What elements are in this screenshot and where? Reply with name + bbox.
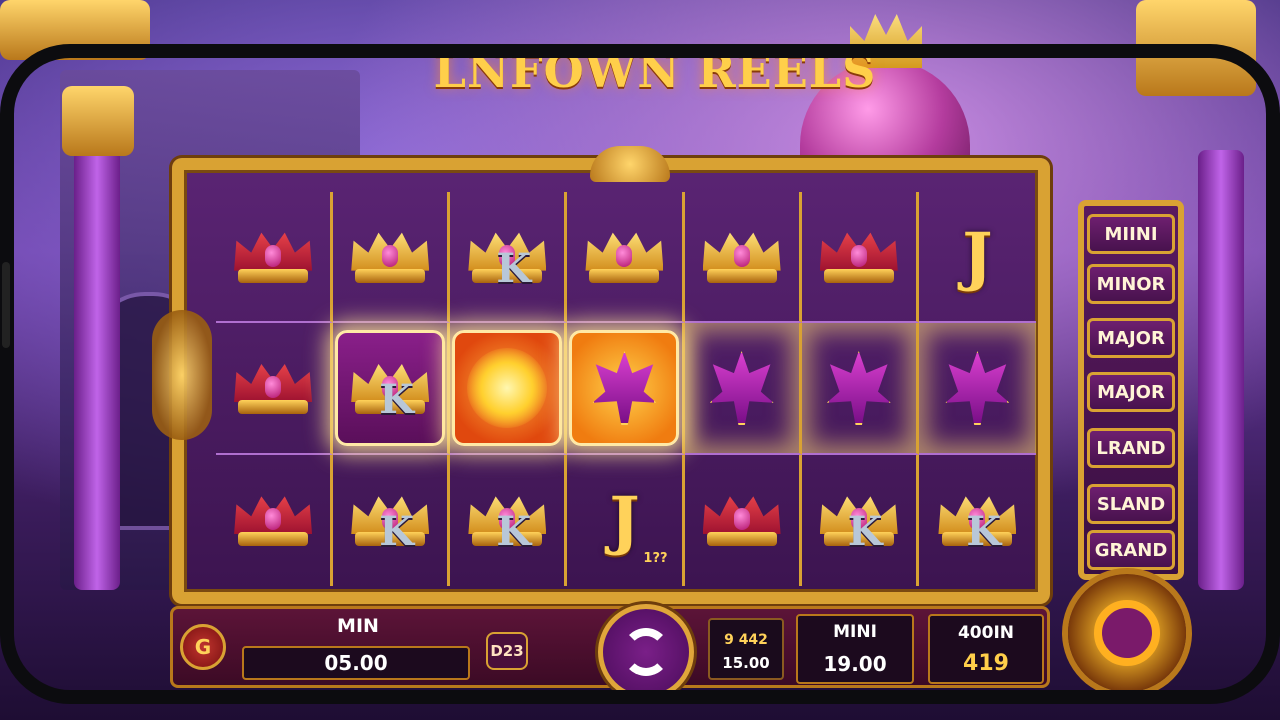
reel-cell [216, 454, 334, 586]
reel-cell [567, 323, 685, 455]
reel-cell [918, 323, 1036, 455]
j-symbol: J [962, 219, 992, 294]
win-box: 400IN 419 [928, 614, 1044, 684]
reel-cell: K [450, 454, 568, 586]
reel-cell: K [450, 192, 568, 324]
winning-tile: K [335, 329, 446, 446]
k-crown-symbol-icon: K [468, 231, 547, 292]
crown-symbol-icon [234, 362, 313, 414]
bet-level-badge[interactable]: D23 [486, 632, 528, 670]
winning-tile [452, 329, 563, 446]
k-letter: K [496, 244, 532, 292]
game-title: LNFOWN REELS [433, 44, 877, 98]
reel-cell [801, 192, 919, 324]
jackpot-tier-2[interactable]: MAJOR [1087, 318, 1175, 358]
frame-top-ornament [590, 146, 670, 182]
knob-ring [1094, 600, 1160, 666]
crown-symbol-icon [702, 231, 781, 283]
k-crown-symbol-icon: K [819, 494, 898, 555]
jackpot-tier-6[interactable]: GRAND [1087, 530, 1175, 570]
reel-cell [216, 192, 334, 324]
menu-button[interactable]: G [180, 624, 226, 670]
crown-symbol-icon [702, 494, 781, 547]
crown-symbol-icon [819, 231, 898, 283]
k-letter: K [379, 508, 414, 556]
reel-cell: K [919, 455, 1036, 586]
k-letter: K [379, 375, 414, 423]
crown-symbol-icon [585, 231, 664, 283]
win-value: 419 [963, 650, 1009, 676]
spin-button[interactable] [598, 604, 694, 700]
jackpot-tier-0[interactable]: MIINI [1087, 214, 1175, 254]
min-label: MIN [337, 615, 379, 637]
crown-symbol-icon [234, 494, 313, 547]
win-label: 400IN [957, 622, 1015, 643]
reel-cell: K [333, 454, 451, 586]
k-letter: K [847, 508, 883, 556]
reel-cell [684, 323, 802, 455]
right-pillar [1198, 150, 1244, 590]
balance-amount: 9 442 [724, 632, 768, 648]
k-crown-symbol-icon: K [938, 494, 1017, 555]
reel-cell [333, 192, 451, 324]
fleur-de-lis-symbol-icon [709, 350, 774, 425]
crown-symbol-icon [234, 231, 313, 283]
mini-label: MINI [833, 622, 877, 642]
auto-spin-knob[interactable] [1068, 574, 1186, 692]
mini-value: 19.00 [823, 652, 887, 676]
reel-cell [685, 454, 802, 586]
spin-icon [622, 628, 670, 676]
reel-cell [450, 323, 568, 455]
jackpot-tier-5[interactable]: SLAND [1087, 484, 1175, 524]
j-letter: J [609, 482, 640, 558]
phone-side-button [2, 262, 10, 348]
jackpot-tier-3[interactable]: MAJOR [1087, 372, 1175, 412]
jackpot-tier-4[interactable]: LRAND [1087, 428, 1175, 468]
mini-jackpot-box: MINI 19.00 [796, 614, 914, 684]
crown-symbol-icon [351, 231, 430, 283]
fleur-de-lis-symbol-icon [945, 350, 1010, 425]
reel-cell [216, 323, 334, 455]
fleur-de-lis-symbol-icon [592, 350, 657, 425]
menu-icon: G [194, 635, 212, 659]
balance-bet: 15.00 [722, 654, 770, 672]
j-letter: J [962, 219, 993, 295]
left-pillar [74, 150, 120, 590]
reel-cell [684, 192, 802, 324]
reel-cell [567, 192, 685, 324]
reel-cell [801, 323, 919, 455]
k-letter: K [966, 508, 1002, 556]
jackpot-tier-1[interactable]: MINOR [1087, 264, 1175, 304]
balance-box: 9 442 15.00 [708, 618, 784, 680]
j-tag-text: 1?? [643, 550, 668, 566]
reel-cell: J [918, 192, 1036, 324]
k-crown-symbol-icon: K [351, 494, 430, 555]
frame-side-ornament [152, 310, 212, 440]
starburst-symbol-icon [467, 347, 548, 428]
reel-grid[interactable]: K J K K K 1?? J K K [216, 192, 1036, 586]
winning-tile [569, 329, 680, 446]
j-symbol: J [609, 483, 639, 558]
fleur-de-lis-symbol-icon [826, 350, 891, 425]
k-crown-symbol-icon: K [351, 362, 430, 423]
k-letter: K [496, 508, 532, 556]
reel-cell: K [802, 454, 919, 586]
k-crown-symbol-icon: K [468, 494, 547, 555]
reel-cell: K [333, 323, 451, 455]
reel-cell: 1?? J [567, 454, 685, 586]
min-bet-field[interactable]: 05.00 [242, 646, 470, 680]
